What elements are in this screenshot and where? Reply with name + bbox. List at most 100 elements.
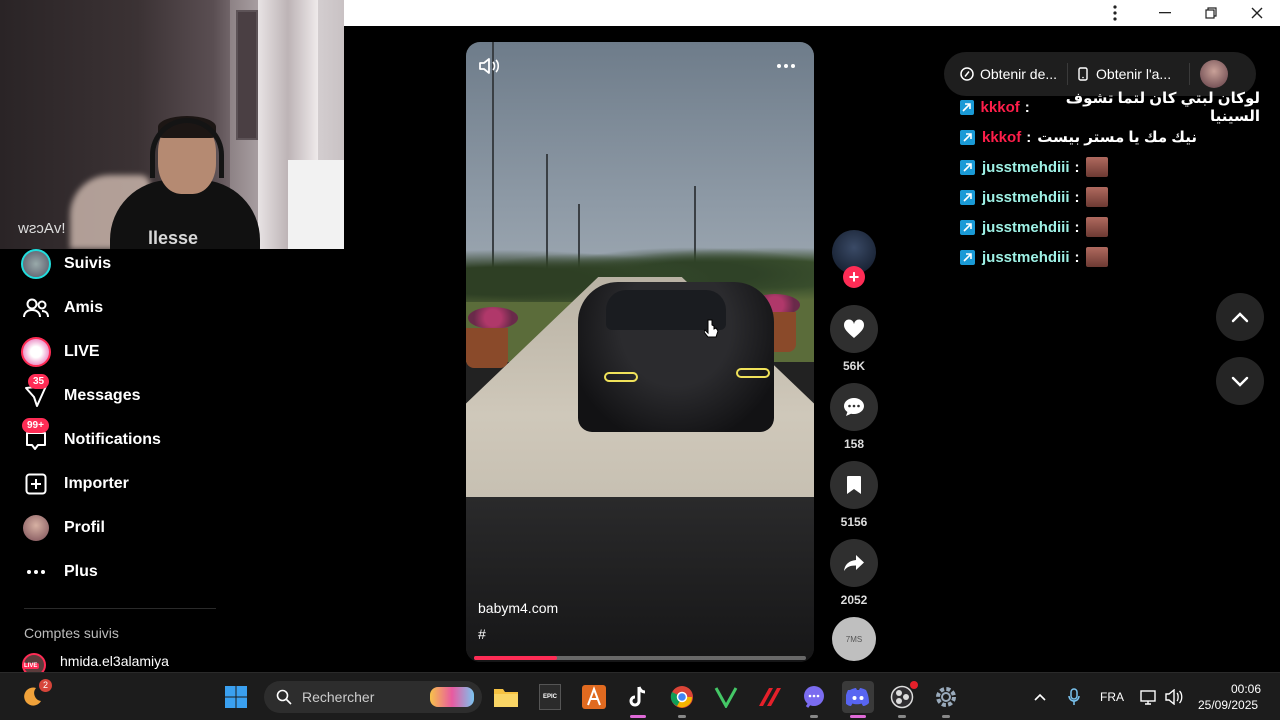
chevron-down-icon (1231, 376, 1249, 387)
sidebar-item-notifications[interactable]: 99+ Notifications (20, 418, 230, 460)
friends-icon (20, 292, 52, 324)
chat-overlay: kkkof : لوكان لبتي كان لتما تشوف السينيا… (960, 90, 1260, 272)
like-button[interactable] (830, 305, 878, 353)
chat-colon: : (1026, 128, 1032, 146)
next-video-button[interactable] (1216, 357, 1264, 405)
chat-username: kkkof (980, 98, 1020, 116)
speaker-icon (1165, 689, 1183, 705)
volume-button[interactable] (1160, 681, 1188, 713)
sidebar-item-suivis[interactable]: Suivis (20, 244, 230, 284)
red-app-button[interactable] (754, 681, 786, 713)
tiktok-button[interactable] (622, 681, 654, 718)
get-app-button[interactable]: Obtenir l'a... (1078, 66, 1171, 82)
restore-icon (1205, 7, 1217, 19)
sidebar-item-label: Notifications (64, 431, 161, 448)
save-button[interactable] (830, 461, 878, 509)
chat-username: jusstmehdiii (982, 188, 1070, 206)
settings-button[interactable] (930, 681, 962, 718)
following-avatar-icon (20, 248, 52, 280)
chrome-button[interactable] (666, 681, 698, 718)
sidebar-item-importer[interactable]: Importer (20, 464, 230, 504)
video-hashtag[interactable]: # (478, 626, 486, 642)
share-button[interactable] (830, 539, 878, 587)
widget-badge: 2 (38, 679, 52, 692)
chat-colon: : (1074, 218, 1080, 236)
comment-count: 158 (843, 437, 865, 451)
video-more-button[interactable] (772, 54, 800, 78)
comment-button[interactable] (830, 383, 878, 431)
open-app-indicator (898, 715, 906, 718)
search-placeholder: Rechercher (302, 689, 375, 705)
show-hidden-icons-button[interactable] (1026, 681, 1054, 713)
share-action[interactable]: 2052 (830, 539, 878, 607)
active-app-indicator (630, 715, 646, 718)
sidebar-item-live[interactable]: LIVE (20, 332, 230, 372)
obs-button[interactable] (886, 681, 918, 718)
open-app-indicator (810, 715, 818, 718)
search-highlight-icon (430, 687, 474, 707)
save-action[interactable]: 5156 (830, 461, 878, 529)
messages-badge: 35 (28, 374, 50, 389)
clock-date[interactable]: 25/09/2025 (1198, 698, 1258, 712)
sidebar-item-profil[interactable]: Profil (20, 508, 230, 548)
video-flowers-left (468, 307, 518, 329)
get-app-label: Obtenir l'a... (1096, 66, 1172, 82)
messenger-button[interactable] (798, 681, 830, 718)
clock-time[interactable]: 00:06 (1231, 682, 1261, 696)
chat-app-icon (804, 686, 824, 708)
restore-button[interactable] (1188, 0, 1234, 26)
webcam-picture-frame (236, 10, 258, 140)
more-icon (20, 556, 52, 588)
close-window-button[interactable] (1234, 0, 1280, 26)
more-options-button[interactable] (1092, 0, 1138, 26)
microphone-button[interactable] (1060, 681, 1088, 713)
chat-message: jusstmehdiii : (960, 212, 1260, 242)
taskbar-search-box[interactable]: Rechercher (264, 681, 482, 713)
language-indicator[interactable]: FRA (1100, 690, 1124, 704)
user-avatar[interactable] (1200, 60, 1229, 88)
live-icon (20, 336, 52, 368)
chat-colon: : (1074, 188, 1080, 206)
monitor-network-icon (1140, 690, 1156, 705)
start-button[interactable] (220, 681, 252, 713)
chat-emote-icon (1085, 247, 1108, 267)
sidebar-item-label: Importer (64, 475, 129, 492)
chat-username: jusstmehdiii (982, 158, 1070, 176)
network-button[interactable] (1136, 681, 1162, 713)
discord-button[interactable] (842, 681, 874, 718)
sidebar-item-amis[interactable]: Amis (20, 288, 230, 328)
webcam-mirrored-text: !vAcsw (18, 220, 66, 237)
video-player[interactable]: babym4.com # (466, 42, 814, 662)
weather-widget-button[interactable]: 2 (16, 679, 52, 713)
video-progress-bar[interactable] (474, 656, 806, 660)
sidebar-item-label: Amis (64, 299, 104, 316)
video-author-link[interactable]: babym4.com (478, 600, 558, 616)
live-badge: LIVE (22, 663, 40, 669)
chat-text: نيك مك يا مستر بيست (1037, 129, 1198, 146)
vite-app-button[interactable] (710, 681, 742, 713)
follow-creator-button[interactable]: + (843, 266, 865, 288)
open-app-indicator (678, 715, 686, 718)
music-disc[interactable]: 7MS (832, 617, 876, 661)
epic-games-button[interactable]: EPIC (534, 681, 566, 713)
minimize-button[interactable] (1142, 0, 1188, 26)
chat-message: jusstmehdiii : (960, 152, 1260, 182)
get-coins-button[interactable]: Obtenir de... (960, 66, 1057, 82)
followed-accounts-title: Comptes suivis (24, 625, 119, 641)
chat-colon: : (1074, 248, 1080, 266)
video-asphalt (466, 497, 814, 662)
sidebar-item-plus[interactable]: Plus (20, 552, 230, 592)
active-app-indicator (850, 715, 866, 718)
chat-badge-icon (960, 189, 975, 205)
notifications-icon: 99+ (20, 418, 52, 456)
app-a-button[interactable] (578, 681, 610, 713)
bookmark-icon (847, 476, 861, 494)
minimize-icon (1159, 12, 1171, 14)
like-action[interactable]: 56K (830, 305, 878, 373)
mute-button[interactable] (476, 54, 504, 78)
comment-action[interactable]: 158 (830, 383, 878, 451)
search-icon (276, 689, 292, 705)
previous-video-button[interactable] (1216, 293, 1264, 341)
sidebar-item-messages[interactable]: 35 Messages (20, 374, 230, 416)
file-explorer-button[interactable] (490, 681, 522, 713)
